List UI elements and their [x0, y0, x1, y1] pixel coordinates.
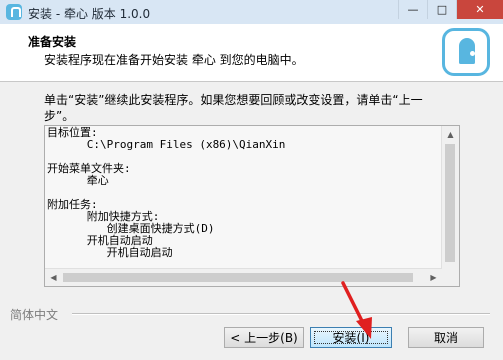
- scroll-left-icon[interactable]: ◀: [45, 269, 62, 286]
- scroll-up-icon[interactable]: ▲: [442, 126, 459, 143]
- minimize-icon[interactable]: —: [398, 0, 427, 19]
- back-button[interactable]: < 上一步(B): [224, 327, 304, 348]
- summary-line: C:\Program Files (x86)\QianXin: [47, 138, 286, 151]
- close-icon[interactable]: ✕: [456, 0, 503, 19]
- cancel-button-label: 取消: [433, 331, 458, 345]
- install-button[interactable]: 安装(I): [310, 327, 392, 348]
- page-title: 准备安装: [28, 35, 77, 49]
- window-controls: — □ ✕: [398, 0, 503, 20]
- maximize-icon[interactable]: □: [427, 0, 456, 19]
- scroll-right-icon[interactable]: ▶: [425, 269, 442, 286]
- intro-text: 单击“安装”继续此安装程序。如果您想要回顾或改变设置，请单击“上一步”。: [44, 93, 423, 123]
- settings-summary: 目标位置: C:\Program Files (x86)\QianXin 开始菜…: [44, 125, 460, 287]
- language-label: 简体中文: [10, 308, 59, 322]
- back-button-label: < 上一步(B): [230, 331, 298, 345]
- page-subtitle: 安装程序现在准备开始安装 牵心 到您的电脑中。: [44, 53, 304, 67]
- scroll-corner: [442, 269, 459, 286]
- app-icon: [6, 4, 22, 20]
- cancel-button[interactable]: 取消: [408, 327, 484, 348]
- summary-line: 开机自动启动: [47, 246, 173, 259]
- window-title: 安装 - 牵心 版本 1.0.0: [28, 7, 151, 21]
- summary-line: [47, 187, 442, 199]
- summary-text: 目标位置: C:\Program Files (x86)\QianXin 开始菜…: [47, 127, 442, 259]
- scroll-thumb-horizontal[interactable]: [63, 273, 413, 282]
- wizard-header: 准备安装 安装程序现在准备开始安装 牵心 到您的电脑中。: [0, 24, 503, 82]
- focus-ring: [314, 331, 388, 344]
- summary-line: 牵心: [47, 174, 109, 187]
- scroll-thumb[interactable]: [445, 144, 455, 262]
- brand-logo: [442, 28, 490, 76]
- vertical-scrollbar[interactable]: ▲ ▼: [441, 126, 459, 286]
- footer-divider: [72, 313, 490, 315]
- title-bar: 安装 - 牵心 版本 1.0.0 — □ ✕: [0, 0, 503, 25]
- horizontal-scrollbar[interactable]: ◀ ▶: [45, 268, 442, 286]
